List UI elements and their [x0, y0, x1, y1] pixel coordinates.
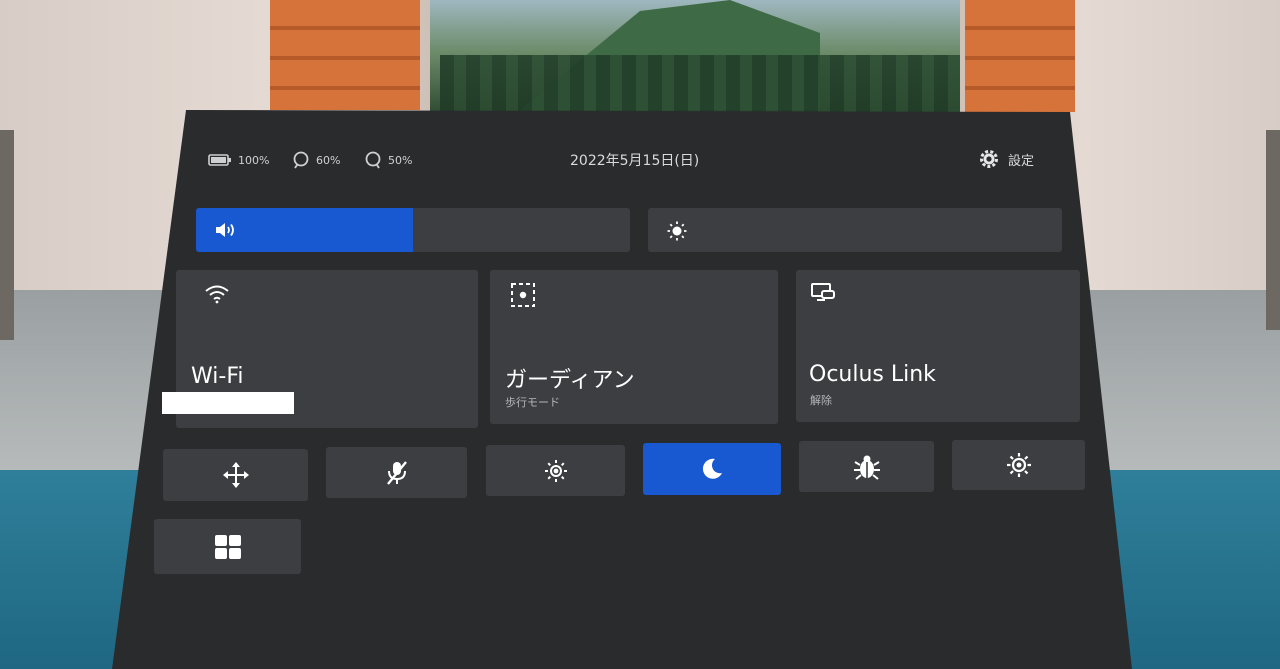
bug-report-button[interactable]: [799, 441, 934, 492]
battery-icon: [208, 154, 231, 166]
right-controller-battery-value: 50%: [388, 153, 413, 167]
left-shutter: [270, 0, 420, 110]
volume-icon: [216, 223, 234, 237]
settings-label: 設定: [1008, 153, 1035, 169]
brightness-slider[interactable]: [648, 208, 1062, 252]
right-controller-icon: [365, 151, 381, 169]
forest: [440, 55, 960, 115]
night-mode-button[interactable]: [643, 443, 781, 495]
oculus-link-title: Oculus Link: [809, 362, 936, 387]
guardian-subtitle: 歩行モード: [505, 396, 560, 409]
move-button[interactable]: [163, 449, 308, 501]
grid-apps-icon: [214, 534, 241, 559]
wifi-tile[interactable]: Wi-Fi: [162, 270, 478, 428]
date-display: 2022年5月15日(日): [570, 153, 700, 169]
oculus-link-tile[interactable]: Oculus Link 解除: [796, 270, 1080, 422]
brightness-icon: [667, 221, 687, 241]
left-controller-battery-value: 60%: [316, 153, 341, 167]
guardian-title: ガーディアン: [505, 368, 635, 393]
headset-battery: 100%: [208, 148, 269, 172]
settings-button[interactable]: 設定: [978, 148, 1034, 170]
right-post: [1266, 130, 1280, 330]
mic-mute-button[interactable]: [326, 447, 467, 498]
mic-muted-icon: [386, 460, 407, 485]
guardian-icon: [511, 283, 535, 307]
oculus-link-icon: [811, 283, 835, 301]
volume-slider[interactable]: [196, 208, 630, 252]
apps-grid-button[interactable]: [154, 519, 301, 574]
gear-icon: [980, 150, 998, 168]
right-shutter: [965, 0, 1075, 112]
passthrough-button[interactable]: [952, 440, 1085, 490]
left-controller-battery: 60%: [292, 148, 340, 172]
left-controller-icon: [293, 151, 309, 169]
guardian-tile[interactable]: ガーディアン 歩行モード: [490, 270, 778, 424]
bug-report-icon: [853, 455, 880, 480]
left-post: [0, 130, 14, 340]
headset-battery-value: 100%: [238, 153, 270, 167]
brightness-icon: [544, 459, 567, 482]
night-mode-icon: [702, 458, 722, 479]
move-icon: [222, 462, 249, 488]
right-controller-battery: 50%: [364, 148, 412, 172]
passthrough-icon: [1006, 453, 1031, 477]
wifi-network-name-redacted: [162, 392, 294, 414]
wifi-icon: [205, 285, 229, 304]
oculus-link-subtitle: 解除: [810, 394, 832, 407]
auto-brightness-button[interactable]: [486, 445, 625, 496]
wifi-title: Wi-Fi: [191, 364, 244, 389]
